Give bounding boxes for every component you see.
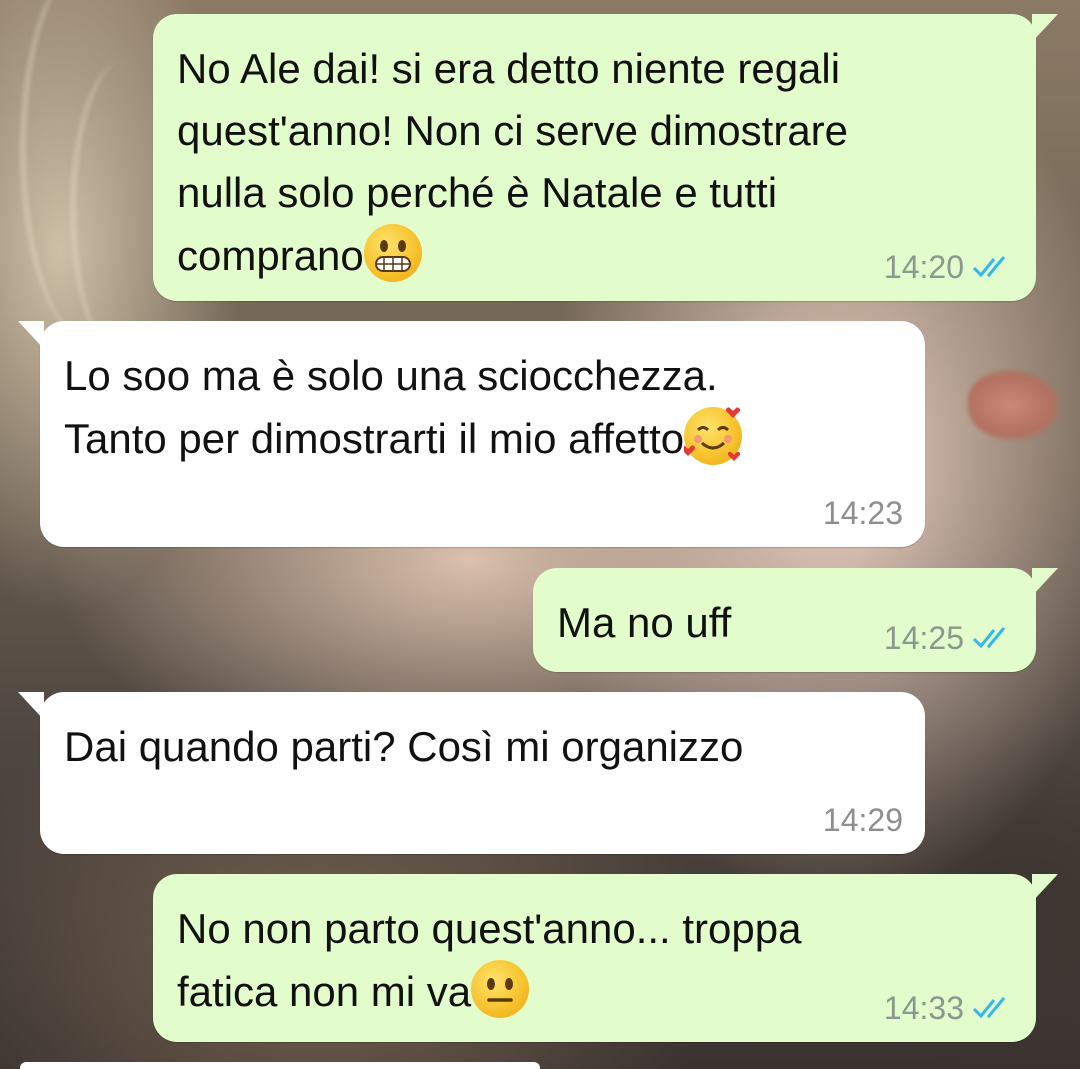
bubble-tail	[18, 692, 44, 720]
message-meta: 14:20	[884, 249, 1014, 285]
message-time: 14:25	[883, 620, 964, 656]
message-time: 14:29	[822, 802, 903, 838]
read-receipt-icon	[972, 256, 1006, 278]
bubble-tail	[1032, 568, 1058, 596]
message-line: nulla solo perché è Natale e tutti	[177, 169, 778, 216]
bubble-tail	[18, 321, 44, 349]
message-meta: 14:25	[884, 620, 1014, 656]
smiling-face-with-hearts-emoji	[684, 407, 743, 465]
message-bubble-incoming[interactable]: Lo soo ma è solo una sciocchezza. Tanto …	[18, 321, 925, 547]
wallpaper-lips-detail	[968, 370, 1060, 440]
message-bubble-outgoing[interactable]: No Ale dai! si era detto niente regali q…	[153, 14, 1058, 301]
message-time: 14:33	[883, 990, 964, 1026]
bubble-tail	[1032, 874, 1058, 902]
message-meta: 14:33	[884, 990, 1014, 1026]
read-receipt-icon	[972, 997, 1006, 1019]
grimacing-face-emoji	[363, 224, 422, 282]
message-time: 14:23	[822, 495, 903, 531]
message-line: fatica non mi va	[177, 968, 472, 1015]
message-line: No non parto quest'anno... troppa	[177, 905, 802, 952]
message-text: No non parto quest'anno... troppa fatica…	[177, 898, 801, 1023]
bubble-tail	[1032, 14, 1058, 42]
message-text: Dai quando parti? Così mi organizzo	[64, 716, 743, 778]
message-line: quest'anno! Non ci serve dimostrare	[177, 107, 849, 154]
neutral-face-emoji	[471, 960, 530, 1018]
message-time: 14:20	[883, 249, 964, 285]
message-text: Ma no uff	[557, 592, 731, 654]
message-line: Ma no uff	[557, 599, 732, 646]
message-line: No Ale dai! si era detto niente regali	[177, 45, 841, 92]
message-text: Lo soo ma è solo una sciocchezza. Tanto …	[64, 345, 743, 470]
message-meta: 14:29	[823, 802, 903, 838]
message-bubble-incoming[interactable]: Dai quando parti? Così mi organizzo 14:2…	[18, 692, 925, 854]
message-meta: 14:23	[823, 495, 903, 531]
message-line: Lo soo ma è solo una sciocchezza.	[64, 352, 718, 399]
message-bubble-outgoing[interactable]: Ma no uff 14:25	[533, 568, 1058, 672]
message-text: No Ale dai! si era detto niente regali q…	[177, 38, 848, 287]
next-message-bubble-partial	[20, 1062, 540, 1069]
message-bubble-outgoing[interactable]: No non parto quest'anno... troppa fatica…	[153, 874, 1058, 1042]
message-line: Dai quando parti? Così mi organizzo	[64, 723, 744, 770]
message-line: Tanto per dimostrarti il mio affetto	[64, 415, 685, 462]
message-line: comprano	[177, 232, 364, 279]
read-receipt-icon	[972, 627, 1006, 649]
